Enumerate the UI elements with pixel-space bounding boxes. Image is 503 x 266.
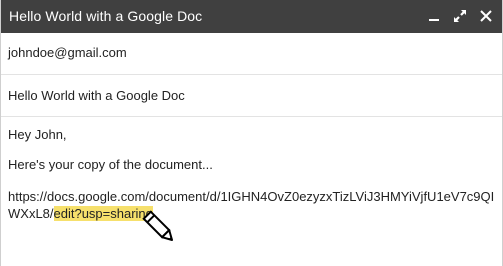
subject-text: Hello World with a Google Doc [8,88,185,103]
copy-line: Here's your copy of the document... [8,157,213,172]
window-controls [426,7,494,25]
subject-field[interactable]: Hello World with a Google Doc [1,75,502,117]
greeting-line: Hey John, [8,127,67,142]
link-line-2-prefix: WXxL8/ [8,206,54,221]
highlighted-link-suffix[interactable]: edit?usp=sharing [53,206,153,221]
to-field[interactable]: johndoe@gmail.com [1,33,502,75]
compose-title: Hello World with a Google Doc [9,8,203,24]
minimize-icon[interactable] [426,8,442,24]
document-link[interactable]: https://docs.google.com/document/d/1IGHN… [8,188,498,222]
pencil-icon [142,208,178,248]
expand-icon[interactable] [452,8,468,24]
link-line-1: https://docs.google.com/document/d/1IGHN… [8,189,495,204]
compose-titlebar[interactable]: Hello World with a Google Doc [1,0,502,33]
compose-window: Hello World with a Google Doc johndoe@gm… [0,0,503,266]
close-icon[interactable] [478,8,494,24]
to-address: johndoe@gmail.com [8,45,127,60]
